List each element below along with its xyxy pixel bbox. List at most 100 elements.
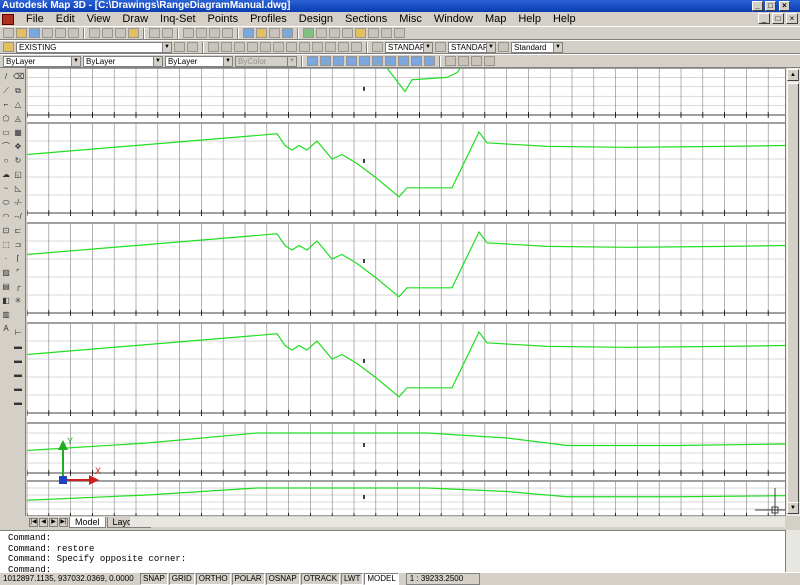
map-display-icon[interactable] [381, 28, 392, 38]
spline-icon[interactable]: ~ [1, 184, 11, 194]
drawing-area[interactable]: YX [27, 68, 785, 516]
break-icon[interactable]: ⊏ [13, 226, 23, 236]
copy-icon[interactable] [102, 28, 113, 38]
menu-draw[interactable]: Draw [116, 12, 154, 26]
save-icon[interactable] [29, 28, 40, 38]
paste-icon[interactable] [115, 28, 126, 38]
mirror-icon[interactable]: △ [13, 100, 23, 110]
trim-icon[interactable]: -/- [13, 198, 23, 208]
dim-style-dropdown[interactable]: STANDARI ▼ [448, 41, 496, 53]
orbit-icon[interactable] [445, 56, 456, 66]
text-style-dropdown[interactable]: STANDARI ▼ [385, 41, 433, 53]
plot-style-table-dropdown[interactable]: Standard ▼ [511, 41, 563, 53]
vertical-scrollbar[interactable]: ▲ ▼ [785, 68, 800, 516]
ellipse-icon[interactable]: ⬭ [1, 198, 11, 208]
toggle-model[interactable]: MODEL [364, 572, 399, 585]
map-attach-icon[interactable] [329, 28, 340, 38]
zoom-extents-icon[interactable] [247, 42, 258, 52]
layer-tool-1-icon[interactable]: ▬ [13, 342, 23, 352]
revision-cloud-icon[interactable]: ☁ [1, 170, 11, 180]
lineweight-dropdown[interactable]: ByLayer ▼ [165, 55, 233, 67]
zoom-window-icon[interactable] [209, 28, 220, 38]
cut-icon[interactable] [89, 28, 100, 38]
design-center-icon[interactable] [256, 28, 267, 38]
make-block-icon[interactable]: ⬚ [1, 240, 11, 250]
menu-sections[interactable]: Sections [339, 12, 393, 26]
point-icon[interactable]: · [1, 254, 11, 264]
rotate-icon[interactable]: ↻ [13, 156, 23, 166]
layer-tool-5-icon[interactable]: ▬ [13, 398, 23, 408]
command-window[interactable]: Command: Command: restore Command: Speci… [0, 530, 800, 575]
color-dropdown[interactable]: ByLayer ▼ [3, 55, 81, 67]
zoom-in-icon[interactable] [208, 42, 219, 52]
array-icon[interactable]: ▦ [13, 128, 23, 138]
hatch-icon[interactable]: ▨ [1, 268, 11, 278]
map-tool-icon[interactable] [303, 28, 314, 38]
print-icon[interactable] [42, 28, 53, 38]
scroll-up-icon[interactable]: ▲ [787, 69, 799, 81]
chamfer-icon[interactable]: ⌜ [13, 268, 23, 278]
view-front-icon[interactable] [359, 56, 370, 66]
view-bottom-icon[interactable] [320, 56, 331, 66]
view-se-iso-icon[interactable] [398, 56, 409, 66]
layer-previous-icon[interactable] [187, 42, 198, 52]
zoom-out-icon[interactable] [221, 42, 232, 52]
map-topology-icon[interactable] [355, 28, 366, 38]
view-nw-iso-icon[interactable] [424, 56, 435, 66]
app-menu-icon[interactable] [2, 13, 14, 25]
layer-tool-2-icon[interactable]: ▬ [13, 356, 23, 366]
zoom-realtime-2-icon[interactable] [338, 42, 349, 52]
join-icon[interactable]: ⌈ [13, 254, 23, 264]
minimize-button[interactable]: _ [752, 1, 763, 11]
camera-icon[interactable] [458, 56, 469, 66]
zoom-all-icon[interactable] [234, 42, 245, 52]
mdi-restore-button[interactable]: □ [772, 13, 784, 24]
menu-inq-set[interactable]: Inq-Set [154, 12, 201, 26]
zoom-scale-icon[interactable] [286, 42, 297, 52]
layer-tool-3-icon[interactable]: ▬ [13, 370, 23, 380]
new-icon[interactable] [3, 28, 14, 38]
view-top-icon[interactable] [307, 56, 318, 66]
toggle-grid[interactable]: GRID [168, 572, 195, 585]
first-tab-icon[interactable]: |◀ [29, 517, 38, 527]
print-preview-icon[interactable] [55, 28, 66, 38]
toggle-osnap[interactable]: OSNAP [265, 572, 300, 585]
pan-2-icon[interactable] [351, 42, 362, 52]
rectangle-icon[interactable]: ▭ [1, 128, 11, 138]
stretch-icon[interactable]: ◺ [13, 184, 23, 194]
table-style-icon[interactable] [498, 42, 509, 52]
next-tab-icon[interactable]: ▶ [49, 517, 58, 527]
toggle-ortho[interactable]: ORTHO [195, 572, 231, 585]
undo-icon[interactable] [149, 28, 160, 38]
close-button[interactable]: × [779, 1, 790, 11]
map-query-icon[interactable] [316, 28, 327, 38]
view-sw-iso-icon[interactable] [385, 56, 396, 66]
extend-icon[interactable]: --/ [13, 212, 23, 222]
ellipse-arc-icon[interactable]: ◠ [1, 212, 11, 222]
layer-manager-icon[interactable] [3, 42, 14, 52]
view-left-icon[interactable] [333, 56, 344, 66]
dimension-icon[interactable]: ⊢ [13, 328, 23, 338]
polygon-icon[interactable]: ⬠ [1, 114, 11, 124]
menu-view[interactable]: View [81, 12, 117, 26]
prev-tab-icon[interactable]: ◀ [39, 517, 48, 527]
menu-profiles[interactable]: Profiles [244, 12, 293, 26]
view-back-icon[interactable] [372, 56, 383, 66]
open-icon[interactable] [16, 28, 27, 38]
redo-icon[interactable] [162, 28, 173, 38]
view-ne-iso-icon[interactable] [411, 56, 422, 66]
menu-map[interactable]: Map [479, 12, 512, 26]
erase-icon[interactable]: ⌫ [13, 72, 24, 82]
menu-points[interactable]: Points [202, 12, 245, 26]
properties-icon[interactable] [243, 28, 254, 38]
scale-icon[interactable]: ◱ [13, 170, 23, 180]
zoom-previous-icon[interactable] [222, 28, 233, 38]
table-icon[interactable]: ▥ [1, 310, 11, 320]
linetype-dropdown[interactable]: ByLayer ▼ [83, 55, 163, 67]
help-icon[interactable] [282, 28, 293, 38]
layer-dropdown[interactable]: EXISTING ▼ [16, 41, 172, 53]
zoom-realtime-icon[interactable] [196, 28, 207, 38]
toggle-lwt[interactable]: LWT [341, 572, 364, 585]
maximize-button[interactable]: □ [765, 1, 776, 11]
menu-edit[interactable]: Edit [50, 12, 81, 26]
